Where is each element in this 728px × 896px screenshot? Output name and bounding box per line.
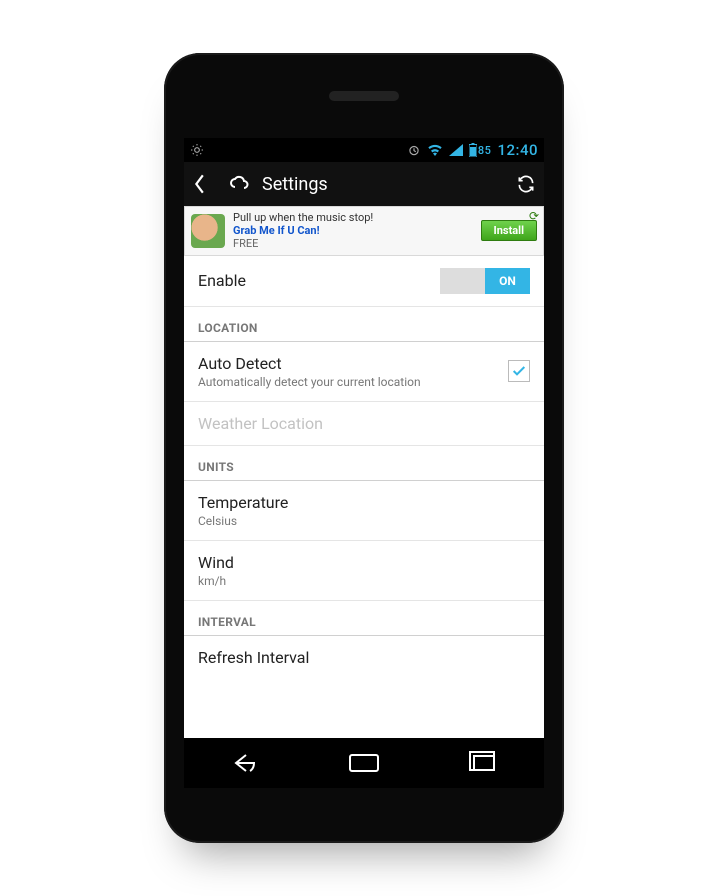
- action-bar: Settings: [184, 162, 544, 206]
- battery-icon: 85: [469, 143, 492, 157]
- temperature-title: Temperature: [198, 493, 530, 512]
- status-bar: 85 12:40: [184, 138, 544, 162]
- android-nav-bar: [184, 738, 544, 788]
- row-temperature[interactable]: Temperature Celsius: [184, 481, 544, 541]
- section-interval-label: INTERVAL: [198, 615, 530, 629]
- nav-back-button[interactable]: [227, 750, 261, 776]
- wind-sub: km/h: [198, 574, 530, 588]
- battery-percent: 85: [478, 144, 492, 157]
- brightness-icon: [190, 143, 204, 157]
- ad-banner[interactable]: Pull up when the music stop! Grab Me If …: [184, 206, 544, 256]
- ad-install-button[interactable]: Install: [481, 220, 537, 241]
- section-interval: INTERVAL: [184, 601, 544, 636]
- section-location: LOCATION: [184, 307, 544, 342]
- auto-detect-sub: Automatically detect your current locati…: [198, 375, 498, 389]
- row-refresh-interval[interactable]: Refresh Interval: [184, 636, 544, 679]
- ad-line-2: Grab Me If U Can!: [233, 224, 473, 237]
- screen: 85 12:40 Settings Pull up when the music…: [184, 138, 544, 738]
- phone-frame: 85 12:40 Settings Pull up when the music…: [164, 53, 564, 843]
- toggle-on-label: ON: [485, 268, 530, 294]
- weather-location-title: Weather Location: [198, 414, 530, 433]
- refresh-icon[interactable]: [516, 174, 536, 194]
- clock: 12:40: [497, 141, 538, 159]
- wind-title: Wind: [198, 553, 530, 572]
- section-units: UNITS: [184, 446, 544, 481]
- back-icon[interactable]: [192, 171, 218, 197]
- ad-thumb-icon: [191, 214, 225, 248]
- wifi-icon: [427, 144, 443, 156]
- signal-icon: [449, 144, 463, 156]
- page-title: Settings: [262, 174, 506, 195]
- alarm-icon: [407, 143, 421, 157]
- settings-list: Enable ON LOCATION Auto Detect Automatic…: [184, 256, 544, 738]
- ad-line-3: FREE: [233, 237, 473, 250]
- enable-label: Enable: [198, 271, 246, 290]
- temperature-sub: Celsius: [198, 514, 530, 528]
- ad-text: Pull up when the music stop! Grab Me If …: [233, 211, 473, 251]
- app-logo-cloud-icon: [228, 172, 252, 196]
- enable-toggle[interactable]: ON: [440, 268, 530, 294]
- refresh-interval-title: Refresh Interval: [198, 648, 530, 667]
- nav-home-button[interactable]: [347, 750, 381, 776]
- row-wind[interactable]: Wind km/h: [184, 541, 544, 601]
- row-auto-detect[interactable]: Auto Detect Automatically detect your cu…: [184, 342, 544, 402]
- ad-corner-icon[interactable]: ⟳: [529, 209, 539, 223]
- ad-line-1: Pull up when the music stop!: [233, 211, 473, 224]
- auto-detect-title: Auto Detect: [198, 354, 498, 373]
- row-weather-location: Weather Location: [184, 402, 544, 446]
- row-enable[interactable]: Enable ON: [184, 256, 544, 307]
- section-location-label: LOCATION: [198, 321, 530, 335]
- checkbox-checked-icon[interactable]: [508, 360, 530, 382]
- section-units-label: UNITS: [198, 460, 530, 474]
- nav-recent-button[interactable]: [467, 750, 501, 776]
